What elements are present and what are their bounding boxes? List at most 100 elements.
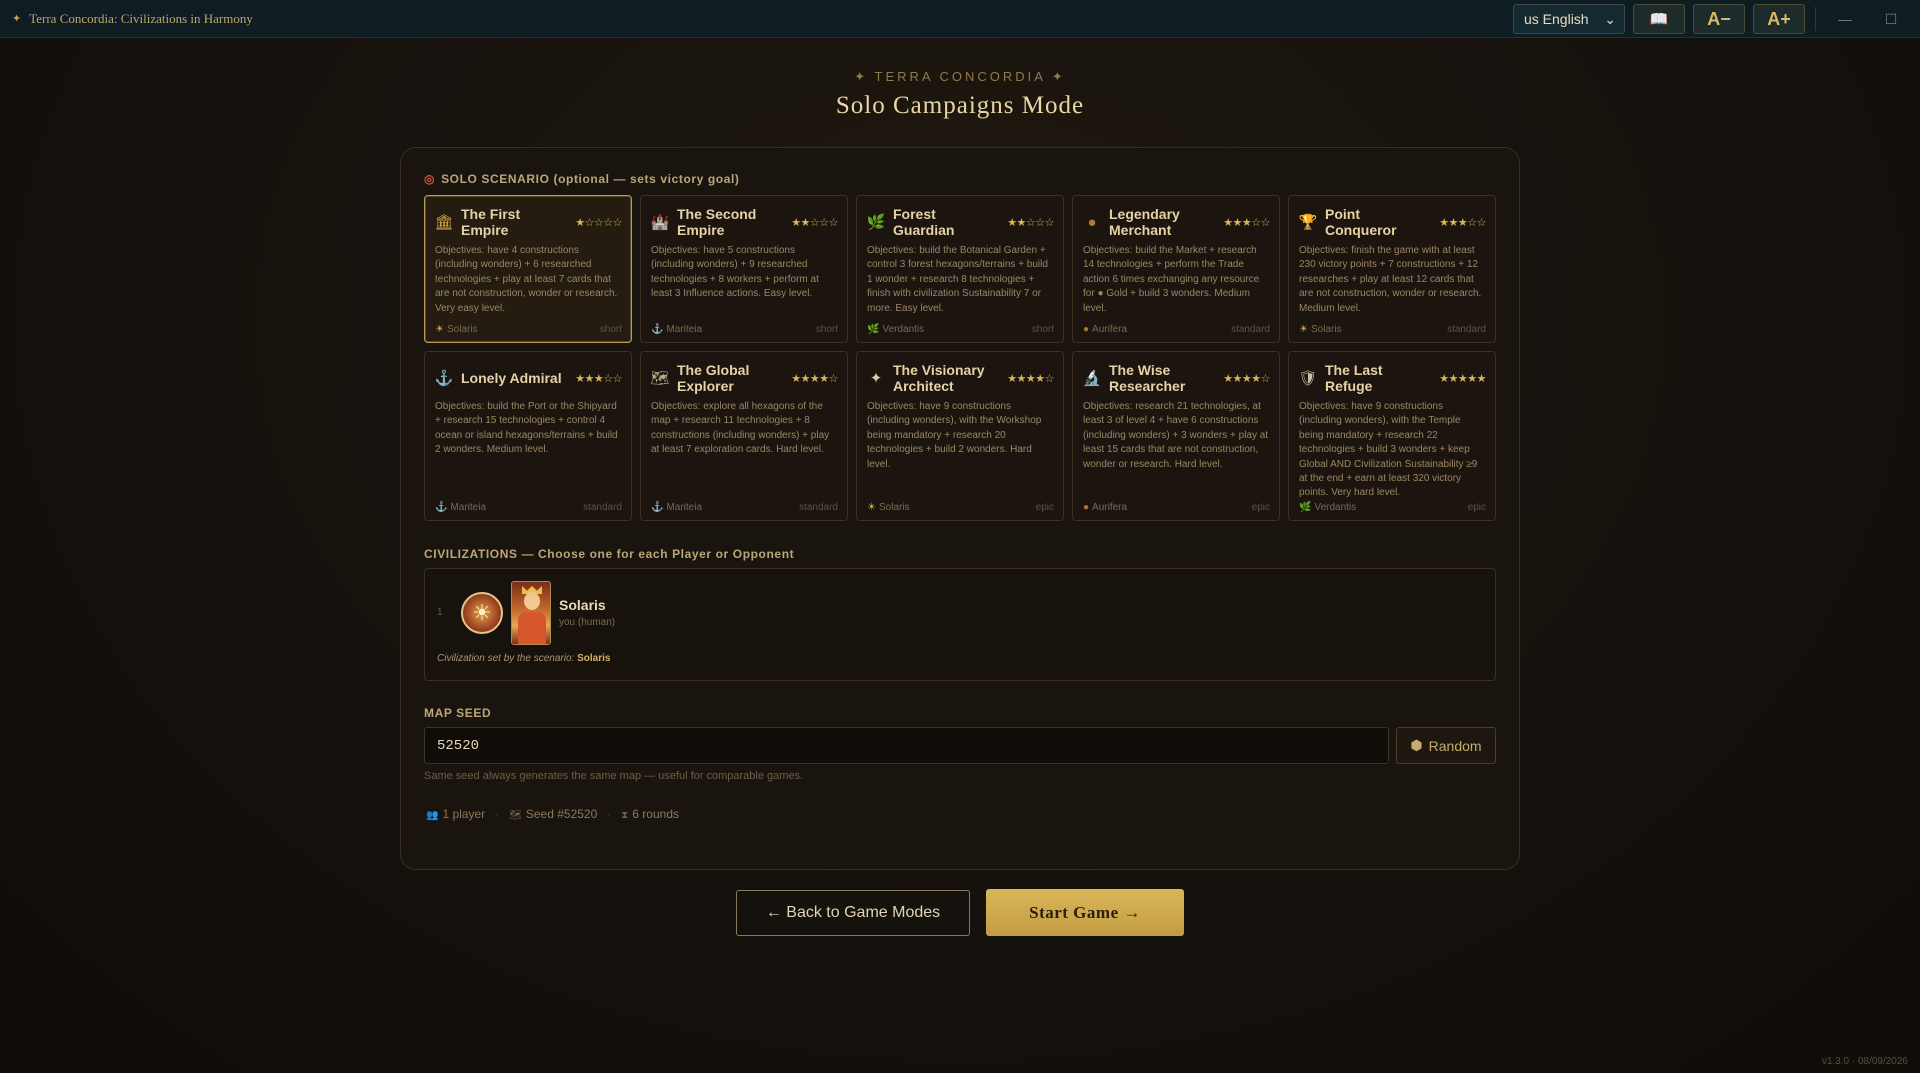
difficulty-stars: ★★★★☆ [791, 372, 838, 385]
anchor-icon: ⚓ [434, 370, 454, 387]
scenario-card-header: ⚓ Lonely Admiral ★★★☆☆ [434, 361, 623, 395]
compass-star-icon: ✦ [869, 370, 883, 387]
scenario-length: epic [1035, 502, 1054, 513]
castle-icon: 🏰 [650, 214, 670, 231]
scenario-title: The Visionary Architect [893, 362, 985, 394]
summary-separator: · [495, 807, 500, 821]
scenario-footer: ☀ Solaris standard [1299, 324, 1486, 335]
map-seed-input[interactable]: 52520 [424, 727, 1389, 764]
civilization-icon: ☀ [867, 502, 876, 513]
temple-icon: 🏛 [434, 214, 454, 231]
scenario-card[interactable]: ✦ The Visionary Architect ★★★★☆ Objectives:… [856, 351, 1064, 521]
scenario-section-text: SOLO SCENARIO (optional — sets victory g… [441, 172, 740, 186]
solaris-emblem-icon[interactable]: ☀ [461, 592, 503, 634]
difficulty-stars: ★★★☆☆ [1223, 216, 1270, 229]
map-icon: 🗺 [650, 370, 670, 387]
font-increase-button[interactable]: A+ [1753, 4, 1805, 34]
civilization-icon: ● [1083, 324, 1090, 335]
scenario-civilization: ● Aurifera [1083, 502, 1127, 513]
scenario-title: The Second Empire [677, 206, 757, 238]
civilization-name: Solaris [878, 502, 910, 513]
civilization-name: Aurifera [1092, 324, 1128, 335]
scenario-card[interactable]: ⚓ Lonely Admiral ★★★☆☆ Objectives: build th… [424, 351, 632, 521]
game-summary: 👥 1 player · 🗺 Seed #52520 · ⧗ 6 rounds [426, 807, 679, 821]
dice-icon: ⬢ [1410, 737, 1423, 753]
scenario-card[interactable]: 🏰 The Second Empire ★★☆☆☆ Objectives: have … [640, 195, 848, 343]
summary-rounds-text: 6 rounds [632, 807, 679, 821]
scenario-length: standard [583, 502, 622, 513]
civilization-note-civ: Solaris [577, 653, 611, 664]
scenario-length: short [1031, 324, 1054, 335]
difficulty-stars: ★★★★☆ [1007, 372, 1054, 385]
civilization-name: Mariteia [666, 324, 703, 335]
scenario-length: short [815, 324, 838, 335]
scenario-footer: ⚓ Mariteia standard [435, 502, 622, 513]
civilization-name: Aurifera [1092, 502, 1128, 513]
app-star-icon: ✦ [12, 13, 22, 25]
language-select[interactable]: us English ⌄ [1513, 4, 1625, 34]
rules-book-button[interactable]: 📖 [1633, 4, 1685, 34]
scenario-card[interactable]: 🔬 The Wise Researcher ★★★★☆ Objectives: res… [1072, 351, 1280, 521]
leader-portrait[interactable] [511, 581, 551, 645]
civilization-name: Solaris [559, 597, 606, 613]
version-label: v1.3.0 · 08/09/2026 [1821, 1056, 1908, 1067]
scenario-civilization: ⚓ Mariteia [651, 324, 702, 335]
scenario-card-header: 🌿 Forest Guardian ★★☆☆☆ [867, 205, 1055, 239]
scenario-civilization: ☀ Solaris [435, 324, 478, 335]
difficulty-stars: ★★★★★ [1439, 372, 1486, 385]
scenario-card[interactable]: 🌿 Forest Guardian ★★☆☆☆ Objectives: build t… [856, 195, 1064, 343]
scenario-civilization: ☀ Solaris [867, 502, 910, 513]
font-decrease-button[interactable]: A− [1693, 4, 1745, 34]
hourglass-icon: ⧗ [621, 810, 629, 821]
scenario-card-header: ● Legendary Merchant ★★★☆☆ [1083, 205, 1270, 239]
scenario-civilization: ☀ Solaris [1299, 324, 1342, 335]
sun-icon: ☀ [472, 600, 492, 625]
scenario-card[interactable]: 🏛 The First Empire ★☆☆☆☆ Objectives: have 4… [424, 195, 632, 343]
civilization-name: Solaris [1310, 324, 1342, 335]
scenario-footer: ● Aurifera epic [1083, 502, 1270, 513]
civilization-name: Verdantis [1314, 502, 1357, 513]
language-value: us English [1524, 11, 1589, 27]
players-icon: 👥 [426, 810, 439, 821]
map-icon: 🗺 [509, 810, 522, 821]
scenario-grid: 🏛 The First Empire ★☆☆☆☆ Objectives: have 4… [424, 195, 1496, 521]
shield-icon: 🛡 [1298, 370, 1318, 387]
maximize-button[interactable]: ☐ [1872, 0, 1910, 38]
civilization-name: Solaris [446, 324, 478, 335]
map-seed-label: MAP SEED [424, 706, 492, 720]
scenario-objectives: Objectives: explore all hexagons of the … [651, 401, 830, 456]
scenario-card[interactable]: 🛡 The Last Refuge ★★★★★ Objectives: have 9 … [1288, 351, 1496, 521]
scenario-title: The Last Refuge [1325, 362, 1383, 394]
scenario-footer: ⚓ Mariteia short [651, 324, 838, 335]
scenario-card[interactable]: 🗺 The Global Explorer ★★★★☆ Objectives: exp… [640, 351, 848, 521]
civilization-icon: ⚓ [651, 324, 664, 335]
app-title: Terra Concordia: Civilizations in Harmon… [29, 10, 253, 26]
scenario-civilization: 🌿 Verdantis [867, 324, 924, 335]
scenario-title: The Global Explorer [677, 362, 750, 394]
scenario-title: Point Conqueror [1325, 206, 1397, 238]
scenario-card[interactable]: 🏆 Point Conqueror ★★★☆☆ Objectives: finish … [1288, 195, 1496, 343]
civilization-slot: 1 ☀ Solaris you (human) Civilization set… [424, 568, 1496, 681]
civilizations-label: CIVILIZATIONS — Choose one for each Play… [424, 547, 795, 561]
player-number: 1 [437, 607, 443, 618]
minimize-button[interactable]: — [1826, 0, 1864, 38]
scenario-objectives: Objectives: have 4 constructions (includ… [435, 245, 618, 314]
scenario-card-header: 🗺 The Global Explorer ★★★★☆ [650, 361, 838, 395]
start-game-button[interactable]: Start Game → [986, 889, 1184, 936]
chevron-down-icon: ⌄ [1604, 10, 1616, 27]
difficulty-stars: ★★☆☆☆ [791, 216, 838, 229]
back-to-game-modes-button[interactable]: ← Back to Game Modes [736, 890, 970, 936]
map-seed-help: Same seed always generates the same map … [424, 770, 804, 782]
summary-players: 👥 1 player [426, 807, 485, 821]
random-seed-button[interactable]: ⬢ Random [1396, 727, 1496, 764]
civilization-name: Mariteia [666, 502, 703, 513]
civilization-name: Mariteia [450, 502, 487, 513]
civilization-icon: ● [1083, 502, 1090, 513]
scenario-title: Legendary Merchant [1109, 206, 1180, 238]
microscope-icon: 🔬 [1082, 370, 1102, 387]
civilization-icon: 🌿 [867, 324, 880, 335]
scenario-card-header: 🔬 The Wise Researcher ★★★★☆ [1082, 361, 1271, 395]
scenario-footer: ● Aurifera standard [1083, 324, 1270, 335]
difficulty-stars: ★★★☆☆ [1439, 216, 1486, 229]
scenario-card[interactable]: ● Legendary Merchant ★★★☆☆ Objectives: buil… [1072, 195, 1280, 343]
